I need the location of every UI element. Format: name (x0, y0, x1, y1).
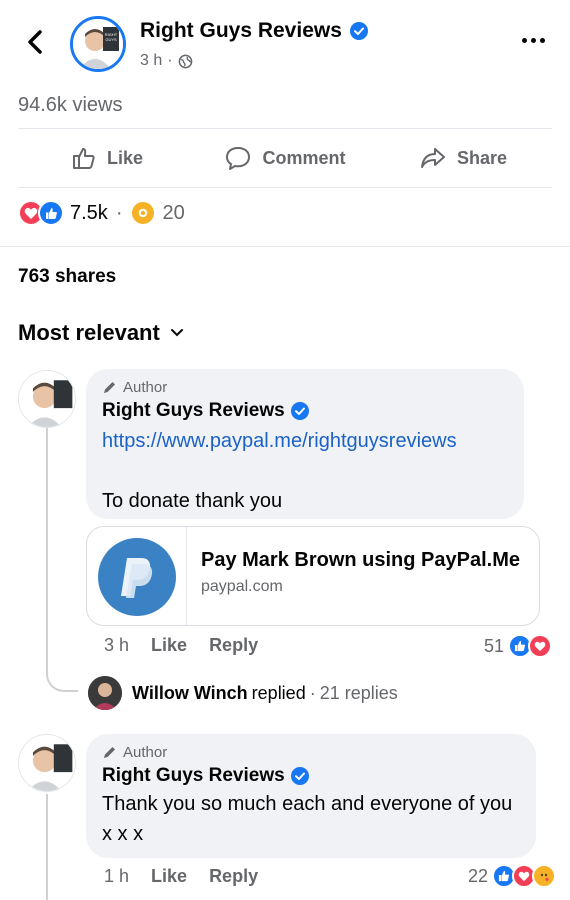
comment-sort-dropdown[interactable]: Most relevant (18, 320, 184, 346)
comment-avatar[interactable] (18, 370, 76, 428)
comment-author-text[interactable]: Right Guys Reviews (102, 400, 285, 422)
replies-dot: · (309, 682, 316, 703)
comment-bubble[interactable]: Author Right Guys Reviews https://www.pa… (86, 369, 524, 519)
author-tag-label: Author (123, 744, 168, 761)
care-reaction-icon (532, 864, 556, 888)
comment-author-name[interactable]: Right Guys Reviews (102, 400, 508, 422)
verified-badge-icon (290, 767, 309, 785)
speech-bubble-icon (226, 147, 251, 170)
post-action-bar: Like Comment Share (18, 128, 552, 188)
post-meta: 3 h · (140, 52, 193, 70)
more-options-button[interactable] (518, 30, 548, 50)
page-name-text[interactable]: Right Guys Reviews (140, 19, 342, 43)
comment-reaction-count: 51 (483, 635, 504, 656)
link-preview-title: Pay Mark Brown using PayPal.Me (201, 549, 520, 571)
replies-count: 21 replies (319, 682, 398, 703)
thumbs-up-icon (72, 148, 95, 169)
share-button[interactable]: Share (374, 145, 552, 171)
page-name[interactable]: Right Guys Reviews (140, 19, 368, 43)
post-time[interactable]: 3 h (140, 52, 162, 70)
replier-name: Willow Winch (132, 682, 248, 703)
chevron-down-icon (170, 329, 183, 337)
more-dots-icon (521, 37, 527, 43)
love-reaction-icon (528, 634, 552, 658)
comment-time[interactable]: 3 h (104, 635, 129, 656)
comment-text: Thank you so much each and everyone of y… (102, 793, 513, 845)
share-arrow-icon (420, 148, 445, 168)
divider (0, 246, 570, 247)
comment-reactions[interactable]: 22 (468, 864, 556, 888)
comment-text: To donate thank you (102, 490, 283, 512)
paypal-link[interactable]: https://www.paypal.me/rightguysreviews (102, 426, 508, 456)
link-preview-domain: paypal.com (201, 578, 283, 595)
comment-label: Comment (262, 147, 346, 168)
comment-author-name[interactable]: Right Guys Reviews (102, 765, 520, 787)
care-count: 20 (162, 201, 185, 224)
author-tag-label: Author (123, 379, 168, 396)
thread-line (46, 428, 48, 654)
comment-avatar[interactable] (18, 734, 76, 792)
thread-line (46, 794, 48, 900)
meta-dot: · (167, 52, 173, 69)
comment-reply-button[interactable]: Reply (209, 635, 258, 656)
author-tag: Author (102, 744, 520, 761)
globe-icon (178, 54, 192, 68)
comment-footer: 3 h Like Reply (104, 635, 258, 656)
page-avatar[interactable]: RIGHT GUYS (70, 16, 126, 72)
view-replies-link[interactable]: Willow Winch replied · 21 replies (88, 676, 398, 710)
thread-connector (46, 650, 78, 692)
pencil-icon (104, 382, 115, 393)
like-button[interactable]: Like (18, 145, 196, 171)
svg-text:GUYS: GUYS (105, 37, 117, 42)
comment-like-button[interactable]: Like (151, 635, 187, 656)
view-count: 94.6k views (18, 94, 123, 116)
sort-label: Most relevant (18, 320, 160, 345)
comment-author-text[interactable]: Right Guys Reviews (102, 765, 285, 787)
author-tag: Author (102, 379, 508, 396)
replied-label: replied (251, 682, 306, 703)
comment-footer: 1 h Like Reply (104, 866, 258, 887)
comment-reply-button[interactable]: Reply (209, 866, 258, 887)
paypal-logo (87, 527, 187, 625)
replier-avatar (88, 676, 122, 710)
verified-badge-icon (349, 22, 368, 40)
share-count[interactable]: 763 shares (18, 266, 116, 288)
verified-badge-icon (290, 402, 309, 420)
comment-like-button[interactable]: Like (151, 866, 187, 887)
reaction-summary[interactable]: 7.5k · 20 (18, 200, 185, 226)
comment-reactions[interactable]: 51 (484, 634, 552, 658)
comment-reaction-count: 22 (467, 865, 488, 886)
post-header: RIGHT GUYS Right Guys Reviews 3 h · (0, 0, 570, 88)
like-label: Like (106, 147, 144, 168)
comment-button[interactable]: Comment (196, 145, 374, 171)
chevron-left-icon (28, 30, 42, 54)
back-button[interactable] (18, 24, 52, 60)
pencil-icon (104, 747, 115, 758)
reaction-count: 7.5k (70, 201, 108, 224)
link-preview-card[interactable]: Pay Mark Brown using PayPal.Me paypal.co… (86, 526, 540, 626)
comment-time[interactable]: 1 h (104, 866, 129, 887)
share-label: Share (456, 147, 508, 168)
like-reaction-icon (38, 200, 64, 226)
care-star-icon (130, 200, 157, 226)
reaction-dot: · (115, 201, 123, 224)
comment-bubble[interactable]: Author Right Guys Reviews Thank you so m… (86, 734, 536, 858)
